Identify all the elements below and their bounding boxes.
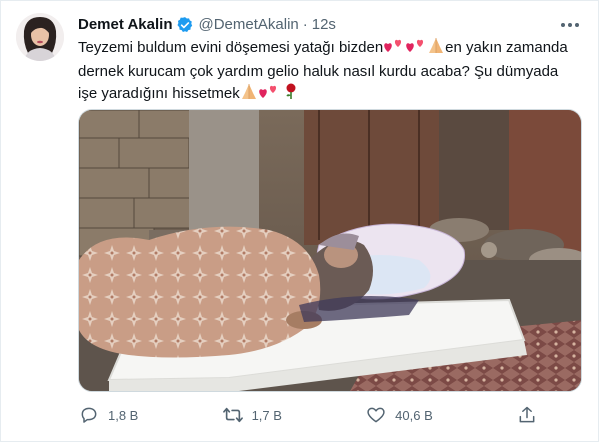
verified-badge-icon: [176, 16, 194, 34]
retweet-button[interactable]: 1,7 B: [222, 404, 282, 426]
like-count: 40,6 B: [395, 407, 433, 423]
author-name[interactable]: Demet Akalin: [78, 15, 172, 35]
tweet-actions: 1,8 B 1,7 B 40,6 B: [78, 402, 538, 428]
tweet-time[interactable]: 12s: [312, 15, 336, 35]
share-icon: [516, 404, 538, 426]
author-handle[interactable]: @DemetAkalin: [198, 15, 298, 35]
two-hearts-icon: [405, 38, 427, 61]
reply-count: 1,8 B: [108, 407, 139, 423]
tweet-text: Teyzemi buldum evini döşemesi yatağı biz…: [78, 37, 578, 107]
separator-dot: ·: [302, 16, 308, 33]
tweet-text-part-1: Teyzemi buldum evini döşemesi yatağı biz…: [78, 39, 384, 56]
folded-hands-icon: [427, 37, 445, 61]
share-button[interactable]: [516, 404, 538, 426]
tweet-card: Demet Akalin @DemetAkalin · 12s Teyzemi …: [0, 0, 599, 442]
rose-icon: [284, 83, 298, 107]
more-options-icon[interactable]: [556, 13, 584, 37]
two-hearts-icon: [383, 38, 405, 61]
reply-button[interactable]: 1,8 B: [78, 404, 138, 426]
tweet-photo[interactable]: [78, 109, 582, 392]
avatar[interactable]: [16, 13, 64, 61]
folded-hands-icon: [240, 83, 258, 107]
two-hearts-icon: [258, 84, 280, 107]
reply-icon: [78, 404, 100, 426]
retweet-icon: [222, 404, 244, 426]
like-button[interactable]: 40,6 B: [365, 404, 433, 426]
like-icon: [365, 404, 387, 426]
tweet-header: Demet Akalin @DemetAkalin · 12s: [78, 15, 558, 35]
retweet-count: 1,7 B: [251, 407, 282, 423]
